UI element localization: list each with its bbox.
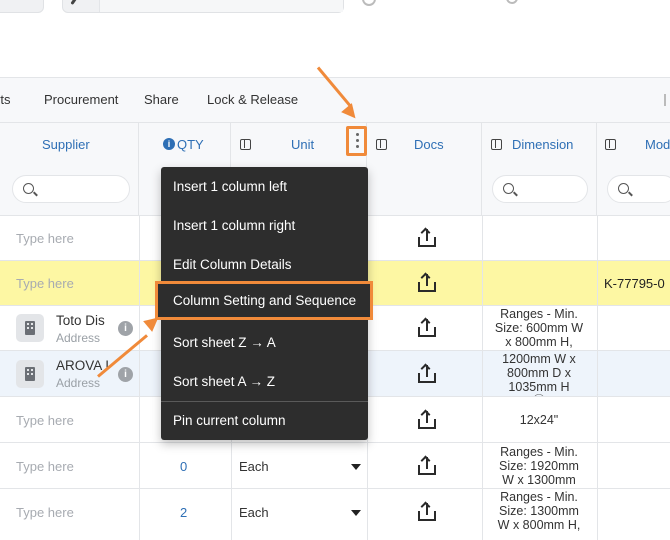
supplier-address: Address: [56, 331, 101, 345]
column-header-supplier[interactable]: Supplier: [0, 123, 139, 216]
chevron-down-icon[interactable]: [351, 464, 361, 470]
dimension-line: Size: 1920mm: [499, 459, 579, 473]
column-header-model[interactable]: Mod: [597, 123, 670, 216]
upload-icon[interactable]: [417, 455, 437, 476]
menu-item-sort-z-a[interactable]: Sort sheet Z → A: [161, 323, 368, 362]
supplier-filter-input[interactable]: [12, 175, 130, 203]
dimension-line: Ranges - Min.: [500, 307, 578, 321]
supplier-cell-placeholder[interactable]: Type here: [16, 505, 74, 520]
supplier-avatar: [16, 314, 44, 342]
upload-icon[interactable]: [417, 363, 437, 384]
supplier-address: Address: [56, 376, 101, 390]
unit-value[interactable]: Each: [239, 459, 269, 474]
tab-lock-release[interactable]: Lock & Release: [207, 92, 298, 107]
upload-icon[interactable]: [417, 317, 437, 338]
dimension-line: 1035mm H: [508, 380, 570, 394]
menu-item-insert-left[interactable]: Insert 1 column left: [161, 167, 368, 206]
upload-icon[interactable]: [417, 227, 437, 248]
chevron-down-icon[interactable]: [351, 510, 361, 516]
column-header-docs[interactable]: Docs: [367, 123, 482, 216]
menu-item-sort-a-z[interactable]: Sort sheet A → Z: [161, 362, 368, 401]
kebab-dot: [356, 139, 359, 142]
building-icon: [25, 321, 35, 335]
history-icon[interactable]: [362, 0, 376, 6]
column-header-dimension[interactable]: Dimension: [482, 123, 597, 216]
column-title-supplier: Supplier: [42, 137, 90, 152]
kebab-dot: [356, 145, 359, 148]
menu-item-column-setting-sequence[interactable]: Column Setting and Sequence: [155, 281, 373, 320]
column-title-docs: Docs: [414, 137, 444, 152]
sheet-tab-bar: rts Procurement Share Lock & Release: [0, 77, 670, 123]
tab-bar-edge-icon: [664, 94, 670, 106]
table-row[interactable]: Type here 2 Each Ranges - Min. Size: 130…: [0, 489, 670, 540]
tab-reports[interactable]: rts: [0, 92, 10, 107]
supplier-cell-placeholder[interactable]: Type here: [16, 231, 74, 246]
cube-icon: [491, 139, 502, 150]
menu-item-insert-right[interactable]: Insert 1 column right: [161, 206, 368, 245]
dimension-line: Ranges - Min.: [500, 445, 578, 459]
dimension-line: 800mm D x: [507, 366, 571, 380]
search-icon: [23, 183, 34, 194]
search-icon: [70, 0, 79, 5]
dimension-line: 1200mm W x: [502, 352, 576, 366]
top-search-input[interactable]: [99, 0, 343, 12]
qty-value[interactable]: 2: [180, 505, 187, 520]
dimension-line: 12x24": [519, 413, 559, 427]
upload-icon[interactable]: [417, 272, 437, 293]
search-icon: [618, 183, 629, 194]
dimension-cell[interactable]: 12x24": [482, 413, 596, 427]
menu-item-pin-column[interactable]: Pin current column: [161, 401, 368, 440]
dimension-cell[interactable]: 1200mm W x 800mm D x 1035mm H Ⓔ: [482, 352, 596, 396]
column-title-unit: Unit: [291, 137, 315, 152]
dimension-line: Ranges - Min.: [500, 490, 578, 504]
dimension-line: W x 1300mm: [502, 473, 576, 487]
table-row[interactable]: Type here 0 Each Ranges - Min. Size: 192…: [0, 443, 670, 489]
supplier-name[interactable]: Toto Dis: [56, 313, 105, 328]
dimension-line: W x 800mm H,: [497, 518, 581, 532]
tab-share[interactable]: Share: [144, 92, 179, 107]
top-right-controls: [356, 0, 616, 6]
building-icon: [25, 367, 35, 381]
supplier-cell-placeholder[interactable]: Type here: [16, 276, 74, 291]
supplier-cell-placeholder[interactable]: Type here: [16, 459, 74, 474]
upload-icon[interactable]: [417, 501, 437, 522]
dimension-filter-input[interactable]: [492, 175, 588, 203]
supplier-avatar: [16, 360, 44, 388]
column-title-model: Mod: [645, 137, 670, 152]
dimension-line: Ⓔ: [482, 394, 596, 396]
model-code-cell[interactable]: K-77795-0: [604, 276, 665, 291]
search-icon: [503, 183, 514, 194]
column-title-dimension: Dimension: [512, 137, 574, 152]
supplier-cell-placeholder[interactable]: Type here: [16, 413, 74, 428]
column-options-button[interactable]: [346, 126, 367, 156]
dimension-line: x 800mm H,: [505, 335, 573, 349]
column-context-menu: Insert 1 column left Insert 1 column rig…: [155, 167, 373, 440]
dimension-cell[interactable]: Ranges - Min. Size: 1300mm W x 800mm H,: [482, 490, 596, 532]
upload-icon[interactable]: [417, 409, 437, 430]
dimension-cell[interactable]: Ranges - Min. Size: 1920mm W x 1300mm: [482, 445, 596, 487]
dimension-cell[interactable]: Ranges - Min. Size: 600mm W x 800mm H,: [482, 307, 596, 349]
unit-value[interactable]: Each: [239, 505, 269, 520]
dimension-line: Size: 600mm W: [494, 321, 584, 335]
top-search-bar[interactable]: [62, 0, 344, 13]
info-icon[interactable]: i: [118, 367, 133, 382]
cube-icon: [605, 139, 616, 150]
qty-value[interactable]: 0: [180, 459, 187, 474]
settings-icon[interactable]: [506, 0, 518, 4]
kebab-dot: [356, 133, 359, 136]
cube-icon: [240, 139, 251, 150]
column-title-qty: QTY: [177, 137, 204, 152]
tab-procurement[interactable]: Procurement: [44, 92, 118, 107]
cube-icon: [376, 139, 387, 150]
info-icon[interactable]: i: [118, 321, 133, 336]
dimension-line: Size: 1300mm: [499, 504, 579, 518]
top-toolbar-button[interactable]: [0, 0, 44, 13]
info-icon[interactable]: i: [163, 138, 175, 150]
menu-item-edit-column-details[interactable]: Edit Column Details: [161, 245, 368, 284]
model-filter-input[interactable]: [607, 175, 670, 203]
